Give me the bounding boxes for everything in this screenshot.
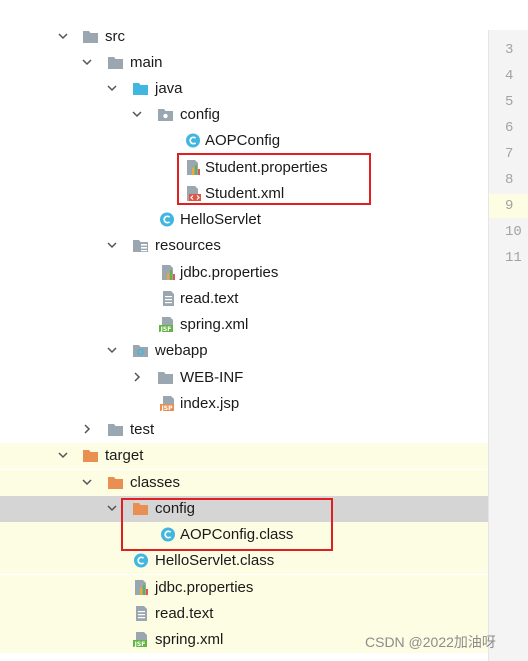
chevron-down-icon[interactable] — [132, 109, 142, 119]
tree-item-label: src — [105, 28, 125, 45]
gutter-line: 10 — [489, 220, 528, 244]
tree-item-spring-xml[interactable]: JSF spring.xml — [0, 312, 502, 338]
tree-item-read-text[interactable]: read.text — [0, 286, 502, 312]
chevron-down-icon[interactable] — [58, 450, 68, 460]
tree-item-label: AOPConfig — [205, 132, 281, 149]
chevron-down-icon[interactable] — [107, 345, 117, 355]
tree-item-label: spring.xml — [155, 631, 224, 648]
tree-item-read-text[interactable]: read.text — [0, 601, 502, 627]
text-file-icon — [160, 291, 177, 306]
line-number: 8 — [505, 172, 514, 188]
project-tree: src main java config AOPConfig Student.proper… — [0, 0, 502, 661]
line-number: 9 — [505, 198, 514, 214]
tree-item-label: jdbc.properties — [180, 264, 279, 281]
tree-item-test[interactable]: test — [0, 417, 502, 443]
tree-item-java[interactable]: java — [0, 76, 502, 102]
tree-item-label: read.text — [180, 290, 239, 307]
jsf-file-icon: JSF — [159, 317, 176, 332]
line-number: 3 — [505, 42, 514, 58]
jsp-file-icon: JSP — [160, 396, 177, 411]
editor-gutter: 3 4 5 6 7 8 9 10 11 — [488, 30, 528, 661]
tree-item-label: main — [130, 54, 163, 71]
highlight-box-student-files — [177, 153, 371, 205]
chevron-down-icon[interactable] — [58, 31, 68, 41]
tree-item-label: java — [155, 80, 183, 97]
tree-item-label: target — [105, 447, 144, 464]
tree-item-label: HelloServlet.class — [155, 552, 275, 569]
tree-item-webapp[interactable]: webapp — [0, 338, 502, 364]
gutter-line: 3 — [489, 38, 528, 62]
folder-icon — [107, 55, 124, 70]
tree-item-helloservlet-class[interactable]: HelloServlet.class — [0, 548, 502, 574]
chevron-right-icon[interactable] — [132, 372, 142, 382]
tree-item-classes[interactable]: classes — [0, 470, 502, 496]
tree-item-config[interactable]: config — [0, 102, 502, 128]
tree-item-label: spring.xml — [180, 316, 249, 333]
tree-item-aopconfig[interactable]: AOPConfig — [0, 128, 502, 154]
tree-item-label: WEB-INF — [180, 369, 244, 386]
tree-item-label: HelloServlet — [180, 211, 261, 228]
svg-text:JSF: JSF — [134, 641, 146, 647]
svg-text:JSP: JSP — [161, 405, 174, 411]
excluded-folder-icon — [82, 448, 99, 463]
highlight-box-target-config — [121, 498, 333, 551]
gutter-line: 9 — [489, 194, 528, 218]
line-number: 4 — [505, 68, 514, 84]
tree-item-label: webapp — [155, 342, 208, 359]
gutter-line: 6 — [489, 116, 528, 140]
chevron-down-icon[interactable] — [82, 57, 92, 67]
text-file-icon — [133, 606, 150, 621]
chevron-down-icon[interactable] — [107, 83, 117, 93]
folder-icon — [107, 422, 124, 437]
tree-item-label: config — [180, 106, 221, 123]
tree-item-main[interactable]: main — [0, 50, 502, 76]
tree-item-index-jsp[interactable]: JSP index.jsp — [0, 391, 502, 417]
package-icon — [157, 107, 174, 122]
chevron-right-icon[interactable] — [82, 424, 92, 434]
gutter-line: 8 — [489, 168, 528, 192]
gutter-line: 5 — [489, 90, 528, 114]
tree-item-label: read.text — [155, 605, 214, 622]
class-icon — [133, 553, 150, 568]
excluded-folder-icon — [107, 475, 124, 490]
tree-item-jdbc-properties[interactable]: jdbc.properties — [0, 575, 502, 601]
resources-folder-icon — [132, 238, 149, 253]
tree-item-label: test — [130, 421, 155, 438]
chevron-down-icon[interactable] — [107, 503, 117, 513]
line-number: 5 — [505, 94, 514, 110]
line-number: 7 — [505, 146, 514, 162]
line-number: 10 — [505, 224, 522, 240]
tree-item-label: index.jsp — [180, 395, 240, 412]
gutter-line: 7 — [489, 142, 528, 166]
chevron-down-icon[interactable] — [82, 477, 92, 487]
tree-item-target[interactable]: target — [0, 443, 502, 469]
tree-item-web-inf[interactable]: WEB-INF — [0, 365, 502, 391]
line-number: 6 — [505, 120, 514, 136]
web-folder-icon — [132, 343, 149, 358]
source-folder-icon — [132, 81, 149, 96]
tree-item-src[interactable]: src — [0, 24, 502, 50]
folder-icon — [157, 370, 174, 385]
folder-icon — [82, 29, 99, 44]
class-icon — [159, 212, 176, 227]
class-icon — [185, 133, 202, 148]
gutter-line: 11 — [489, 246, 528, 270]
line-number: 11 — [505, 250, 522, 266]
jsf-file-icon: JSF — [133, 632, 150, 647]
tree-item-helloservlet[interactable]: HelloServlet — [0, 207, 502, 233]
tree-item-label: resources — [155, 237, 221, 254]
gutter-line: 4 — [489, 64, 528, 88]
watermark-text: CSDN @2022加油呀 — [365, 634, 496, 650]
chevron-down-icon[interactable] — [107, 240, 117, 250]
svg-text:JSF: JSF — [160, 326, 172, 332]
tree-item-resources[interactable]: resources — [0, 233, 502, 259]
properties-file-icon — [160, 265, 177, 280]
tree-item-label: classes — [130, 474, 181, 491]
properties-file-icon — [133, 580, 150, 595]
tree-item-jdbc-properties[interactable]: jdbc.properties — [0, 260, 502, 286]
tree-item-label: jdbc.properties — [155, 579, 254, 596]
